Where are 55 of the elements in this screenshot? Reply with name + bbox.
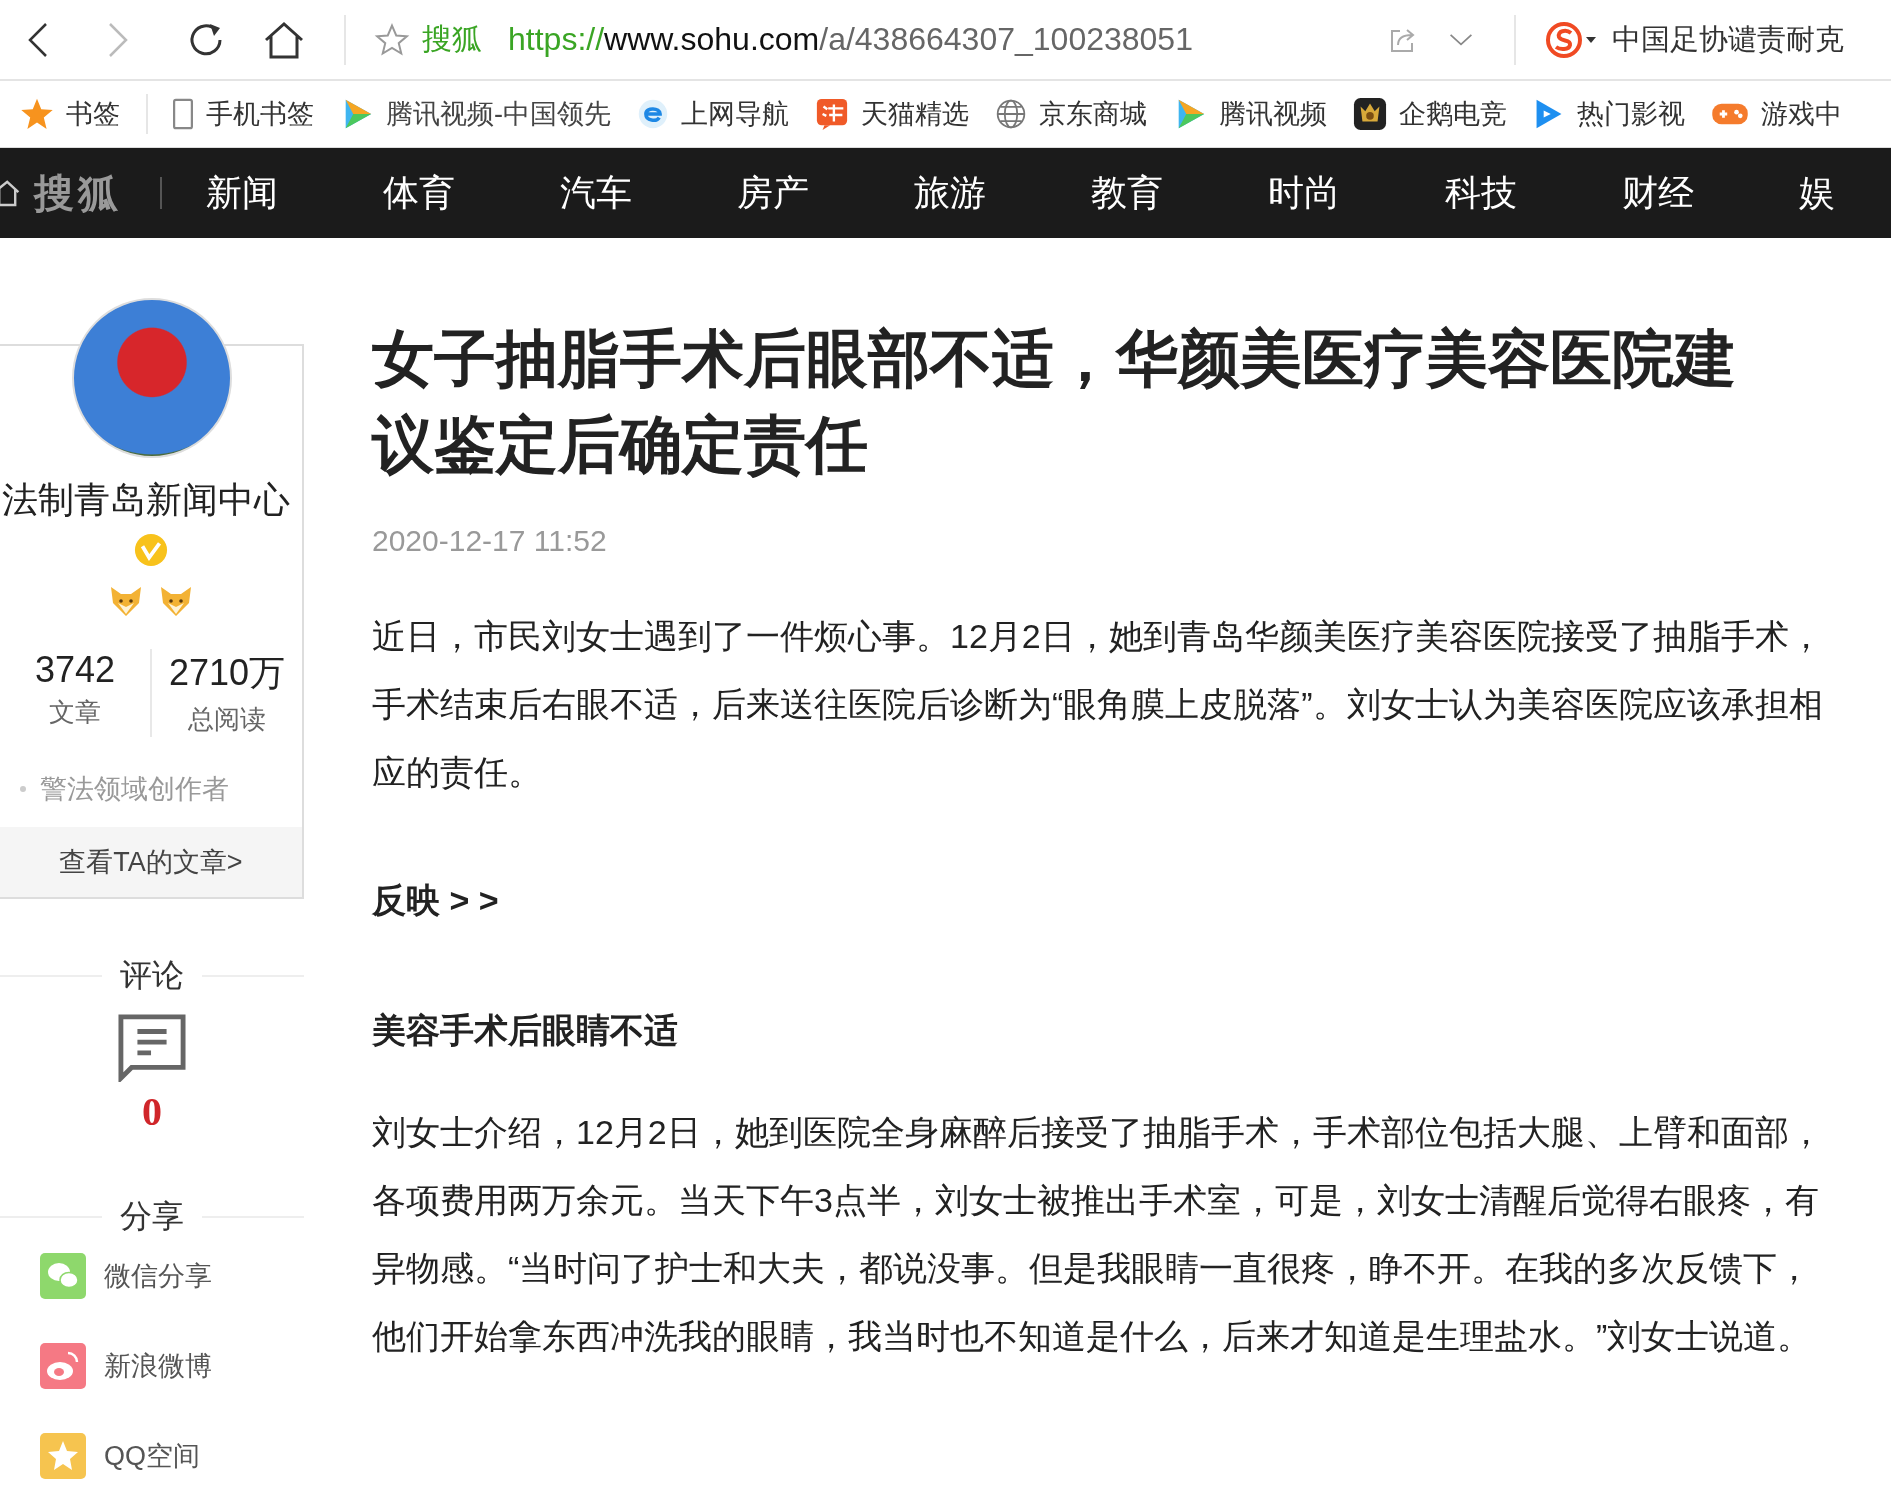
article-paragraph: 近日，市民刘女士遇到了一件烦心事。12月2日，她到青岛华颜美医疗美容医院接受了抽脂手术，手术结束后右眼不适，后来送往医院后诊断为“眼角膜上皮脱落”。刘女士认为美容医院应该承担相应的责任。 (372, 616, 1824, 793)
bookmark-link[interactable]: 热门影视 (1577, 96, 1685, 132)
home-icon[interactable] (0, 177, 20, 209)
nav-link[interactable]: 财经 (1622, 168, 1694, 218)
star-icon (20, 97, 54, 131)
section-subheading: 美容手术后眼睛不适 (372, 1010, 679, 1051)
bookmark-link[interactable]: 企鹅电竞 (1399, 96, 1507, 132)
address-field[interactable]: https://www.sohu.com/a/438664307_100238051 (508, 21, 1388, 58)
comment-icon[interactable] (118, 1014, 186, 1082)
bookmark-link[interactable]: 手机书签 (206, 96, 314, 132)
share-link[interactable]: 微信分享 (104, 1258, 212, 1294)
bookmark-link[interactable]: 京东商城 (1039, 96, 1147, 132)
nav-link[interactable]: 时尚 (1268, 168, 1340, 218)
nav-link[interactable]: 体育 (383, 168, 455, 218)
nav-link[interactable]: 房产 (737, 168, 809, 218)
home-icon[interactable] (262, 19, 306, 60)
weibo-eye-icon[interactable] (40, 1343, 86, 1389)
nav-link[interactable]: 科技 (1445, 168, 1517, 218)
publish-date: 2020-12-17 11:52 (372, 524, 608, 558)
author-name[interactable]: 法制青岛新闻中心 (2, 476, 290, 525)
article-title: 女子抽脂手术后眼部不适，华颜美医疗美容医院建议鉴定后确定责任 (372, 323, 1737, 481)
bookmark-link[interactable]: 游戏中 (1761, 96, 1842, 132)
nav-link[interactable]: 新闻 (206, 168, 278, 218)
bookmark-link[interactable]: 天猫精选 (861, 96, 969, 132)
stat-value: 2710万 (168, 651, 286, 695)
view-articles-button[interactable]: 查看TA的文章> (0, 827, 302, 897)
stat-label: 总阅读 (188, 703, 266, 736)
shopping-app-icon (815, 97, 849, 131)
nav-link[interactable]: 娱 (1799, 168, 1835, 218)
share-link[interactable]: QQ空间 (104, 1438, 200, 1474)
phone-icon (172, 98, 194, 130)
nav-link[interactable]: 旅游 (914, 168, 986, 218)
stat-value: 3742 (34, 649, 116, 691)
comment-count: 0 (142, 1088, 162, 1135)
article-paragraph: 刘女士介绍，12月2日，她到医院全身麻醉后接受了抽脂手术，手术部位包括大腿、上臂和面部，各项费用两万余元。当天下午3点半，刘女士被推出手术室，可是，刘女士清醒后觉得右眼疼，有异物感。“当时问了护士和大夫，都说没事。但是我眼睛一直很疼，睁不开。在我的多次反馈下，他们开始拿东西冲洗我的眼睛，我当时也不知道是什么，后来才知道是生理盐水。”刘女士说道。 (372, 1112, 1824, 1357)
share-link[interactable]: 新浪微博 (104, 1348, 212, 1384)
bookmark-link[interactable]: 书签 (66, 96, 120, 132)
bookmark-link[interactable]: 腾讯视频-中国领先 (386, 96, 611, 132)
site-label: 搜狐 (422, 21, 482, 57)
feedback-link[interactable]: 反映 > > (372, 878, 1832, 924)
author-tag: 警法领域创作者 (40, 771, 229, 807)
section-heading: 评论 (120, 956, 184, 995)
site-logo[interactable]: 搜狐 (34, 165, 122, 221)
bookmark-link[interactable]: 上网导航 (681, 96, 789, 132)
bookmark-link[interactable]: 腾讯视频 (1219, 96, 1327, 132)
search-field[interactable]: 中国足协谴责耐克 (1612, 19, 1844, 60)
globe-icon (995, 98, 1027, 130)
nav-link[interactable]: 汽车 (560, 168, 632, 218)
star-icon[interactable] (374, 21, 410, 58)
stat-label: 文章 (49, 696, 101, 729)
crown-badge-icon (1353, 97, 1387, 131)
verified-badge-icon (134, 533, 168, 567)
section-heading: 分享 (120, 1197, 184, 1236)
browser-e-icon (637, 98, 669, 130)
nav-link[interactable]: 教育 (1091, 168, 1163, 218)
